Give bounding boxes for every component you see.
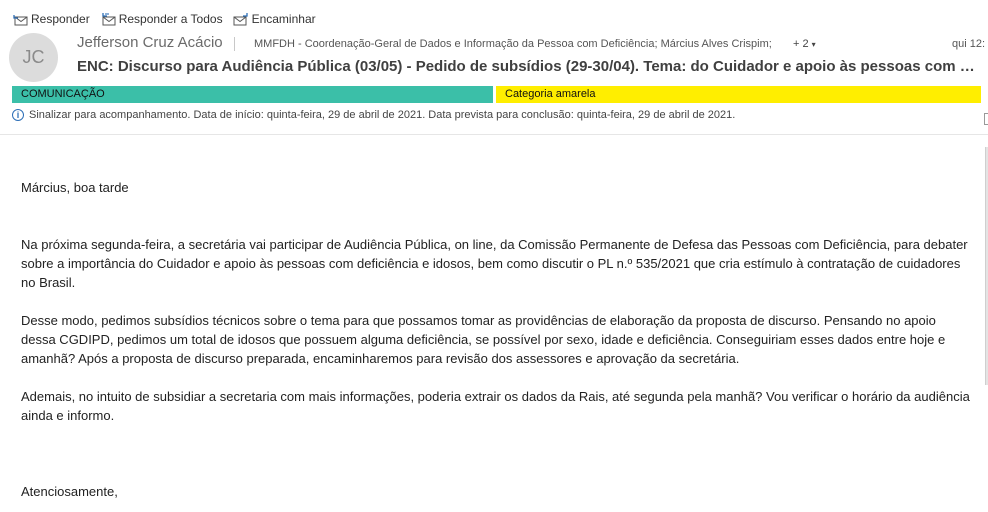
reply-all-label: Responder a Todos xyxy=(118,12,223,26)
recipients-list[interactable]: MMFDH - Coordenação-Geral de Dados e Inf… xyxy=(254,38,772,50)
header-separator xyxy=(0,134,988,135)
body-closing: Atenciosamente, xyxy=(21,484,118,499)
subject-line: ENC: Discurso para Audiência Pública (03… xyxy=(77,58,982,75)
follow-up-flag-text: Sinalizar para acompanhamento. Data de i… xyxy=(29,109,736,121)
message-body: Március, boa tarde Na próxima segunda-fe… xyxy=(21,178,971,501)
avatar-initials: JC xyxy=(22,47,45,67)
reply-label: Responder xyxy=(31,12,90,26)
forward-label: Encaminhar xyxy=(251,12,316,26)
chevron-down-icon: ▾ xyxy=(811,40,816,49)
body-paragraph-3: Ademais, no intuito de subsidiar a secre… xyxy=(21,389,970,423)
body-paragraph-2: Desse modo, pedimos subsídios técnicos s… xyxy=(21,313,946,366)
reply-all-button[interactable]: Responder a Todos xyxy=(100,12,223,26)
info-icon: i xyxy=(12,109,24,121)
follow-up-flag-bar: i Sinalizar para acompanhamento. Data de… xyxy=(12,109,735,121)
category-tag-comunicacao[interactable]: COMUNICAÇÃO xyxy=(12,86,493,103)
avatar[interactable]: JC xyxy=(9,33,58,82)
forward-button[interactable]: Encaminhar xyxy=(233,12,316,26)
reply-all-icon xyxy=(102,12,116,25)
scroll-up-button[interactable] xyxy=(984,113,988,125)
header-divider xyxy=(234,37,235,51)
more-recipients-count: + 2 xyxy=(793,38,809,50)
category-tag-amarela[interactable]: Categoria amarela xyxy=(496,86,981,103)
body-greeting: Március, boa tarde xyxy=(21,180,129,195)
body-paragraph-1: Na próxima segunda-feira, a secretária v… xyxy=(21,237,968,290)
sender-name[interactable]: Jefferson Cruz Acácio xyxy=(77,34,223,51)
more-recipients-button[interactable]: + 2 ▾ xyxy=(793,38,816,50)
reply-icon xyxy=(13,14,28,25)
reading-toolbar: Responder Responder a Todos Encaminhar xyxy=(12,9,316,29)
reply-button[interactable]: Responder xyxy=(12,12,90,26)
forward-icon xyxy=(233,12,248,25)
received-date: qui 12: xyxy=(952,38,986,50)
